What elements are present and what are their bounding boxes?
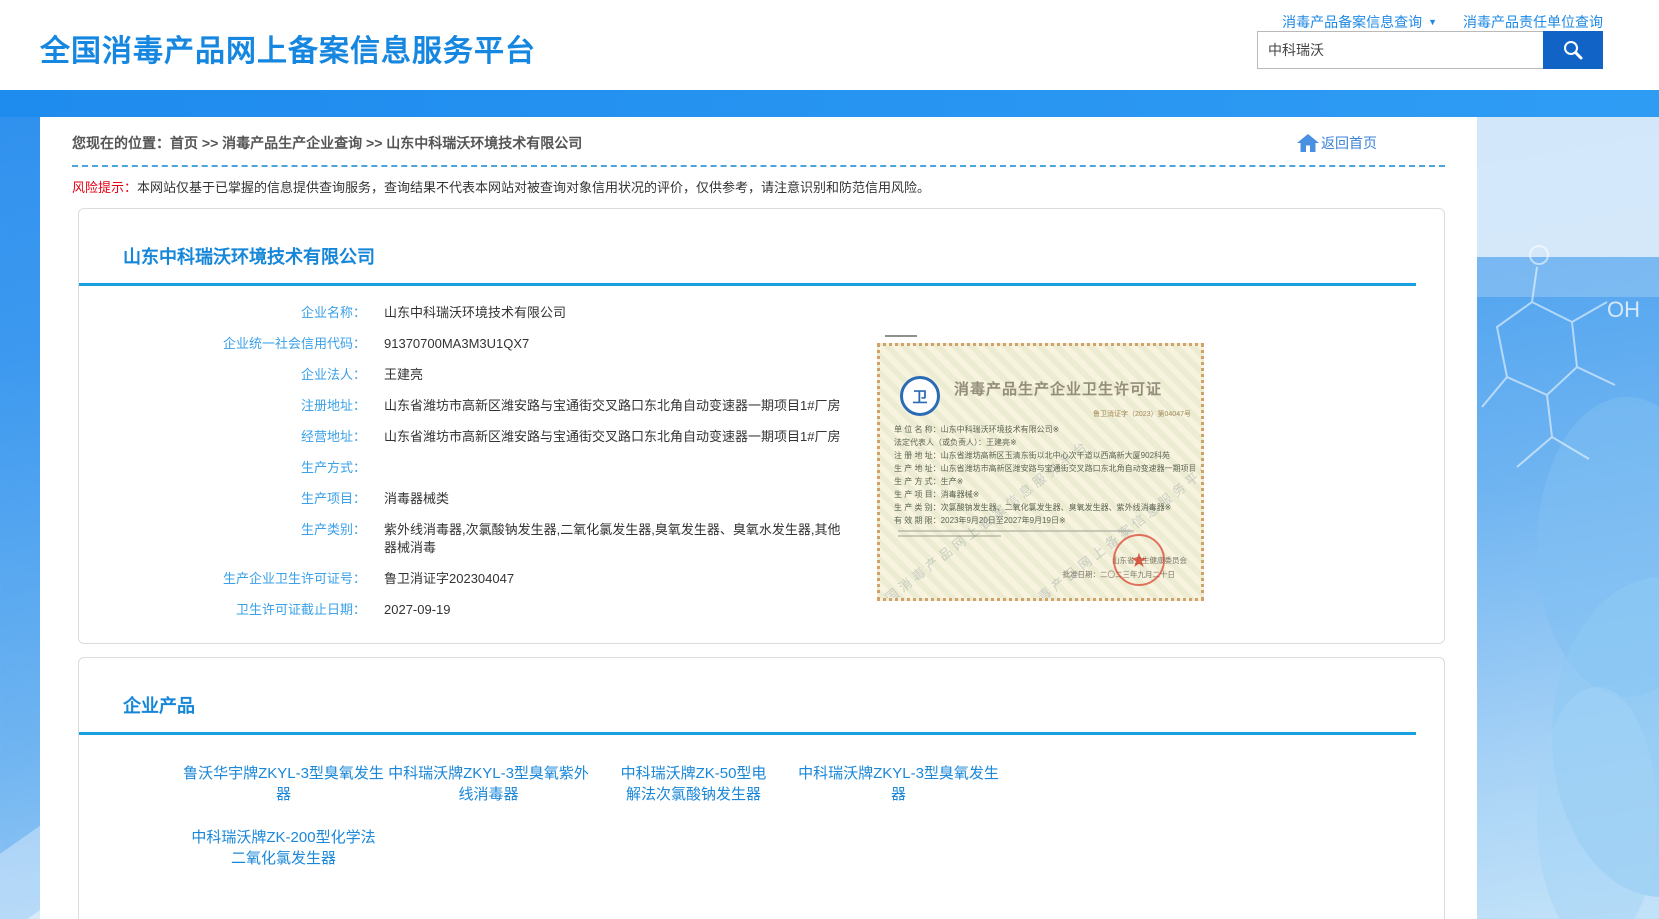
product-link[interactable]: 中科瑞沃牌ZKYL-3型臭氧发生器: [796, 763, 1001, 805]
molecule-oh-label: OH: [1607, 297, 1640, 322]
search-input[interactable]: [1257, 31, 1543, 69]
search-button[interactable]: [1543, 31, 1603, 69]
products-title: 企业产品: [79, 658, 1444, 732]
certificate-title: 消毒产品生产企业卫生许可证: [954, 378, 1191, 399]
field-label: 注册地址：: [79, 397, 366, 415]
certificate-line: 有 效 期 限：2023年9月20日至2027年9月19日※: [894, 514, 1195, 527]
nav-link-registration-label: 消毒产品备案信息查询: [1282, 12, 1422, 32]
field-value: 紫外线消毒器,次氯酸钠发生器,二氧化氯发生器,臭氧发生器、臭氧水发生器,其他器械…: [384, 521, 846, 557]
certificate-emblem-glyph: 卫: [912, 386, 927, 407]
certificate-line: 生 产 类 别：次氯酸钠发生器、二氧化氯发生器、臭氧发生器、紫外线消毒器※: [894, 501, 1195, 514]
risk-notice-label: 风险提示：: [72, 180, 137, 195]
certificate-red-seal: ★: [1113, 534, 1165, 586]
field-label: 生产方式：: [79, 459, 366, 477]
field-label: 生产项目：: [79, 490, 366, 508]
field-row-production-project: 生产项目： 消毒器械类: [79, 490, 1444, 508]
breadcrumb-home-link[interactable]: 首页: [170, 135, 198, 151]
field-value: 山东中科瑞沃环境技术有限公司: [384, 304, 566, 322]
field-row-production-category: 生产类别： 紫外线消毒器,次氯酸钠发生器,二氧化氯发生器,臭氧发生器、臭氧水发生…: [79, 521, 1444, 557]
field-row-credit-code: 企业统一社会信用代码： 91370700MA3M3U1QX7: [79, 335, 1444, 353]
certificate-line: 生 产 项 目：消毒器械※: [894, 488, 1195, 501]
license-certificate-image: 卫 消毒产品生产企业卫生许可证 鲁卫消证字（2023）第04047号 单 位 名…: [877, 343, 1204, 601]
company-info-panel: 山东中科瑞沃环境技术有限公司 企业名称： 山东中科瑞沃环境技术有限公司 企业统一…: [78, 208, 1445, 644]
certificate-line: 生 产 地 址：山东省潍坊市高新区潍安路与宝通街交叉路口东北角自动变速器一期项目…: [894, 462, 1195, 475]
field-value: 91370700MA3M3U1QX7: [384, 335, 529, 353]
field-value: 2027-09-19: [384, 601, 451, 619]
field-value: 山东省潍坊市高新区潍安路与宝通街交叉路口东北角自动变速器一期项目1#厂房: [384, 397, 840, 415]
field-row-name: 企业名称： 山东中科瑞沃环境技术有限公司: [79, 304, 1444, 322]
page-header: 全国消毒产品网上备案信息服务平台 消毒产品备案信息查询 ▼ 消毒产品责任单位查询: [0, 0, 1659, 90]
field-label: 生产企业卫生许可证号：: [79, 570, 366, 588]
search-icon: [1561, 38, 1585, 62]
certificate-lines: 单 位 名 称：山东中科瑞沃环境技术有限公司※ 法定代表人（或负责人）：王建亮※…: [894, 423, 1195, 527]
product-link[interactable]: 中科瑞沃牌ZK-200型化学法二氧化氯发生器: [186, 827, 381, 869]
company-fields: 企业名称： 山东中科瑞沃环境技术有限公司 企业统一社会信用代码： 9137070…: [79, 286, 1444, 619]
back-home-label: 返回首页: [1321, 133, 1377, 153]
breadcrumb-section-link[interactable]: 消毒产品生产企业查询: [222, 135, 362, 151]
certificate-line: 生 产 方 式：生产※: [894, 475, 1195, 488]
main-content: 您现在的位置：首页 >> 消毒产品生产企业查询 >> 山东中科瑞沃环境技术有限公…: [40, 117, 1477, 919]
field-label: 卫生许可证截止日期：: [79, 601, 366, 619]
risk-notice-text: 本网站仅基于已掌握的信息提供查询服务，查询结果不代表本网站对被查询对象信用状况的…: [137, 180, 930, 195]
field-row-registered-address: 注册地址： 山东省潍坊市高新区潍安路与宝通街交叉路口东北角自动变速器一期项目1#…: [79, 397, 1444, 415]
back-home-link[interactable]: 返回首页: [1297, 133, 1377, 153]
field-label: 企业法人：: [79, 366, 366, 384]
certificate: 卫 消毒产品生产企业卫生许可证 鲁卫消证字（2023）第04047号 单 位 名…: [877, 343, 1204, 601]
product-link[interactable]: 中科瑞沃牌ZK-50型电解法次氯酸钠发生器: [614, 763, 774, 805]
certificate-dash: [885, 335, 917, 337]
field-label: 生产类别：: [79, 521, 366, 557]
breadcrumb-prefix: 您现在的位置：: [72, 135, 170, 151]
panel-rule: [79, 732, 1416, 735]
breadcrumb-row: 您现在的位置：首页 >> 消毒产品生产企业查询 >> 山东中科瑞沃环境技术有限公…: [40, 117, 1477, 153]
product-link[interactable]: 中科瑞沃牌ZKYL-3型臭氧紫外线消毒器: [386, 763, 591, 805]
dashed-separator: [72, 165, 1445, 167]
certificate-line: 法定代表人（或负责人）：王建亮※: [894, 436, 1195, 449]
certificate-emblem-icon: 卫: [900, 376, 940, 416]
home-icon: [1297, 134, 1319, 152]
site-title: 全国消毒产品网上备案信息服务平台: [40, 26, 536, 70]
nav-link-registration-query[interactable]: 消毒产品备案信息查询 ▼: [1282, 12, 1437, 32]
certificate-line: 注 册 地 址：山东省潍坊高新区玉清东街以北中心次干道以西高新大厦902科苑: [894, 449, 1195, 462]
field-value: 山东省潍坊市高新区潍安路与宝通街交叉路口东北角自动变速器一期项目1#厂房: [384, 428, 840, 446]
nav-link-responsible-query[interactable]: 消毒产品责任单位查询: [1463, 12, 1603, 32]
header-accent-bar: [0, 90, 1659, 117]
field-value: 消毒器械类: [384, 490, 449, 508]
search-bar: [1257, 31, 1603, 69]
products-grid: 鲁沃华宇牌ZKYL-3型臭氧发生器 中科瑞沃牌ZKYL-3型臭氧紫外线消毒器 中…: [181, 763, 1444, 869]
chevron-down-icon: ▼: [1428, 17, 1437, 27]
field-row-production-mode: 生产方式：: [79, 459, 1444, 477]
field-value: 鲁卫消证字202304047: [384, 570, 514, 588]
breadcrumb-separator: >>: [366, 135, 382, 151]
field-value: 王建亮: [384, 366, 423, 384]
seal-star-icon: ★: [1130, 548, 1148, 573]
certificate-line: 单 位 名 称：山东中科瑞沃环境技术有限公司※: [894, 423, 1195, 436]
top-nav: 消毒产品备案信息查询 ▼ 消毒产品责任单位查询: [1282, 12, 1603, 32]
certificate-fineprint: [898, 530, 1201, 537]
company-title: 山东中科瑞沃环境技术有限公司: [79, 209, 1444, 283]
field-label: 企业名称：: [79, 304, 366, 322]
risk-notice: 风险提示：本网站仅基于已掌握的信息提供查询服务，查询结果不代表本网站对被查询对象…: [72, 177, 1445, 196]
products-panel: 企业产品 鲁沃华宇牌ZKYL-3型臭氧发生器 中科瑞沃牌ZKYL-3型臭氧紫外线…: [78, 657, 1445, 919]
field-row-license-number: 生产企业卫生许可证号： 鲁卫消证字202304047: [79, 570, 1444, 588]
field-row-license-expiry: 卫生许可证截止日期： 2027-09-19: [79, 601, 1444, 619]
nav-link-responsible-label: 消毒产品责任单位查询: [1463, 12, 1603, 32]
product-link[interactable]: 鲁沃华宇牌ZKYL-3型臭氧发生器: [181, 763, 386, 805]
breadcrumb-current: 山东中科瑞沃环境技术有限公司: [386, 135, 582, 151]
field-row-legal-person: 企业法人： 王建亮: [79, 366, 1444, 384]
breadcrumb-separator: >>: [202, 135, 218, 151]
field-label: 企业统一社会信用代码：: [79, 335, 366, 353]
field-label: 经营地址：: [79, 428, 366, 446]
background-decoration: OH: [1477, 117, 1659, 919]
breadcrumb: 您现在的位置：首页 >> 消毒产品生产企业查询 >> 山东中科瑞沃环境技术有限公…: [72, 133, 582, 153]
field-row-business-address: 经营地址： 山东省潍坊市高新区潍安路与宝通街交叉路口东北角自动变速器一期项目1#…: [79, 428, 1444, 446]
